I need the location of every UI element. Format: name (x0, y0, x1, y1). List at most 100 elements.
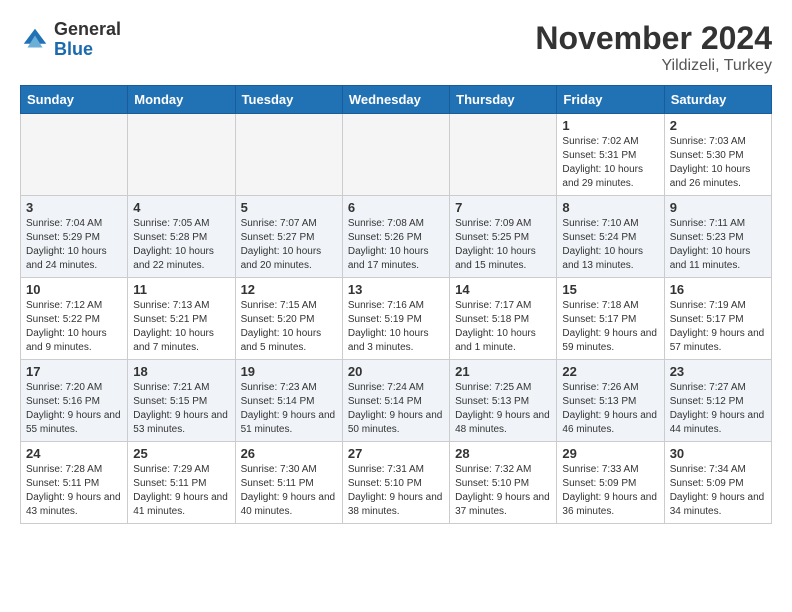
calendar-cell: 21 Sunrise: 7:25 AM Sunset: 5:13 PM Dayli… (450, 360, 557, 442)
logo-text: General Blue (54, 20, 121, 60)
day-number: 8 (562, 200, 658, 215)
day-info: Sunrise: 7:32 AM Sunset: 5:10 PM Dayligh… (455, 463, 551, 519)
day-info: Sunrise: 7:13 AM Sunset: 5:21 PM Dayligh… (133, 299, 229, 355)
day-info: Sunrise: 7:09 AM Sunset: 5:25 PM Dayligh… (455, 217, 551, 273)
calendar-cell (235, 114, 342, 196)
calendar-cell: 19 Sunrise: 7:23 AM Sunset: 5:14 PM Dayli… (235, 360, 342, 442)
calendar-table: SundayMondayTuesdayWednesdayThursdayFrid… (20, 85, 772, 524)
calendar-cell (128, 114, 235, 196)
day-header-tuesday: Tuesday (235, 86, 342, 114)
day-number: 9 (670, 200, 766, 215)
day-info: Sunrise: 7:12 AM Sunset: 5:22 PM Dayligh… (26, 299, 122, 355)
day-number: 17 (26, 364, 122, 379)
logo: General Blue (20, 20, 121, 60)
calendar-cell: 6Sunrise: 7:08 AM Sunset: 5:26 PM Daylig… (342, 196, 449, 278)
day-number: 14 (455, 282, 551, 297)
day-number: 11 (133, 282, 229, 297)
day-number: 2 (670, 118, 766, 133)
day-number: 6 (348, 200, 444, 215)
day-info: Sunrise: 7:29 AM Sunset: 5:11 PM Dayligh… (133, 463, 229, 519)
day-info: Sunrise: 7:05 AM Sunset: 5:28 PM Dayligh… (133, 217, 229, 273)
day-number: 1 (562, 118, 658, 133)
day-info: Sunrise: 7:19 AM Sunset: 5:17 PM Dayligh… (670, 299, 766, 355)
day-info: Sunrise: 7:23 AM Sunset: 5:14 PM Dayligh… (241, 381, 337, 437)
day-info: Sunrise: 7:10 AM Sunset: 5:24 PM Dayligh… (562, 217, 658, 273)
day-number: 10 (26, 282, 122, 297)
calendar-cell: 10 Sunrise: 7:12 AM Sunset: 5:22 PM Dayli… (21, 278, 128, 360)
calendar-cell: 5 Sunrise: 7:07 AM Sunset: 5:27 PM Daylig… (235, 196, 342, 278)
calendar-cell: 29 Sunrise: 7:33 AM Sunset: 5:09 PM Dayli… (557, 442, 664, 524)
day-number: 22 (562, 364, 658, 379)
day-info: Sunrise: 7:21 AM Sunset: 5:15 PM Dayligh… (133, 381, 229, 437)
day-number: 21 (455, 364, 551, 379)
calendar-cell: 3 Sunrise: 7:04 AM Sunset: 5:29 PM Daylig… (21, 196, 128, 278)
calendar-cell: 23 Sunrise: 7:27 AM Sunset: 5:12 PM Dayli… (664, 360, 771, 442)
calendar-cell: 24Sunrise: 7:28 AM Sunset: 5:11 PM Dayli… (21, 442, 128, 524)
day-number: 20 (348, 364, 444, 379)
calendar-cell (450, 114, 557, 196)
day-info: Sunrise: 7:20 AM Sunset: 5:16 PM Dayligh… (26, 381, 122, 437)
day-info: Sunrise: 7:03 AM Sunset: 5:30 PM Dayligh… (670, 135, 766, 191)
day-number: 3 (26, 200, 122, 215)
day-number: 23 (670, 364, 766, 379)
calendar-cell: 8 Sunrise: 7:10 AM Sunset: 5:24 PM Daylig… (557, 196, 664, 278)
calendar-cell: 30Sunrise: 7:34 AM Sunset: 5:09 PM Dayli… (664, 442, 771, 524)
month-title: November 2024 (535, 20, 772, 57)
calendar-cell (21, 114, 128, 196)
logo-icon (20, 25, 50, 55)
calendar-cell: 12 Sunrise: 7:15 AM Sunset: 5:20 PM Dayli… (235, 278, 342, 360)
calendar-cell: 9Sunrise: 7:11 AM Sunset: 5:23 PM Daylig… (664, 196, 771, 278)
calendar-cell: 17 Sunrise: 7:20 AM Sunset: 5:16 PM Dayli… (21, 360, 128, 442)
day-info: Sunrise: 7:30 AM Sunset: 5:11 PM Dayligh… (241, 463, 337, 519)
day-info: Sunrise: 7:34 AM Sunset: 5:09 PM Dayligh… (670, 463, 766, 519)
day-info: Sunrise: 7:33 AM Sunset: 5:09 PM Dayligh… (562, 463, 658, 519)
day-number: 26 (241, 446, 337, 461)
title-block: November 2024 Yildizeli, Turkey (535, 20, 772, 75)
day-header-sunday: Sunday (21, 86, 128, 114)
week-row-4: 17 Sunrise: 7:20 AM Sunset: 5:16 PM Dayli… (21, 360, 772, 442)
day-number: 19 (241, 364, 337, 379)
day-number: 12 (241, 282, 337, 297)
day-number: 5 (241, 200, 337, 215)
calendar-cell: 14Sunrise: 7:17 AM Sunset: 5:18 PM Dayli… (450, 278, 557, 360)
calendar-cell: 4 Sunrise: 7:05 AM Sunset: 5:28 PM Daylig… (128, 196, 235, 278)
day-info: Sunrise: 7:04 AM Sunset: 5:29 PM Dayligh… (26, 217, 122, 273)
logo-blue: Blue (54, 39, 93, 59)
day-info: Sunrise: 7:28 AM Sunset: 5:11 PM Dayligh… (26, 463, 122, 519)
day-info: Sunrise: 7:02 AM Sunset: 5:31 PM Dayligh… (562, 135, 658, 191)
calendar-cell: 7 Sunrise: 7:09 AM Sunset: 5:25 PM Daylig… (450, 196, 557, 278)
day-info: Sunrise: 7:27 AM Sunset: 5:12 PM Dayligh… (670, 381, 766, 437)
day-number: 4 (133, 200, 229, 215)
day-info: Sunrise: 7:26 AM Sunset: 5:13 PM Dayligh… (562, 381, 658, 437)
logo-general: General (54, 19, 121, 39)
day-number: 28 (455, 446, 551, 461)
calendar-cell: 26 Sunrise: 7:30 AM Sunset: 5:11 PM Dayli… (235, 442, 342, 524)
calendar-cell (342, 114, 449, 196)
week-row-1: 1 Sunrise: 7:02 AM Sunset: 5:31 PM Daylig… (21, 114, 772, 196)
week-row-3: 10 Sunrise: 7:12 AM Sunset: 5:22 PM Dayli… (21, 278, 772, 360)
day-number: 29 (562, 446, 658, 461)
day-number: 13 (348, 282, 444, 297)
day-header-friday: Friday (557, 86, 664, 114)
day-number: 27 (348, 446, 444, 461)
day-number: 25 (133, 446, 229, 461)
day-header-saturday: Saturday (664, 86, 771, 114)
calendar-cell: 11 Sunrise: 7:13 AM Sunset: 5:21 PM Dayli… (128, 278, 235, 360)
day-info: Sunrise: 7:15 AM Sunset: 5:20 PM Dayligh… (241, 299, 337, 355)
calendar-cell: 16Sunrise: 7:19 AM Sunset: 5:17 PM Dayli… (664, 278, 771, 360)
calendar-cell: 18Sunrise: 7:21 AM Sunset: 5:15 PM Dayli… (128, 360, 235, 442)
calendar-cell: 20 Sunrise: 7:24 AM Sunset: 5:14 PM Dayli… (342, 360, 449, 442)
calendar-cell: 15Sunrise: 7:18 AM Sunset: 5:17 PM Dayli… (557, 278, 664, 360)
calendar-cell: 1 Sunrise: 7:02 AM Sunset: 5:31 PM Daylig… (557, 114, 664, 196)
day-info: Sunrise: 7:07 AM Sunset: 5:27 PM Dayligh… (241, 217, 337, 273)
week-row-2: 3 Sunrise: 7:04 AM Sunset: 5:29 PM Daylig… (21, 196, 772, 278)
day-header-thursday: Thursday (450, 86, 557, 114)
day-info: Sunrise: 7:24 AM Sunset: 5:14 PM Dayligh… (348, 381, 444, 437)
week-row-5: 24Sunrise: 7:28 AM Sunset: 5:11 PM Dayli… (21, 442, 772, 524)
calendar-cell: 22 Sunrise: 7:26 AM Sunset: 5:13 PM Dayli… (557, 360, 664, 442)
day-info: Sunrise: 7:18 AM Sunset: 5:17 PM Dayligh… (562, 299, 658, 355)
day-number: 7 (455, 200, 551, 215)
day-header-monday: Monday (128, 86, 235, 114)
header-row: SundayMondayTuesdayWednesdayThursdayFrid… (21, 86, 772, 114)
day-info: Sunrise: 7:25 AM Sunset: 5:13 PM Dayligh… (455, 381, 551, 437)
